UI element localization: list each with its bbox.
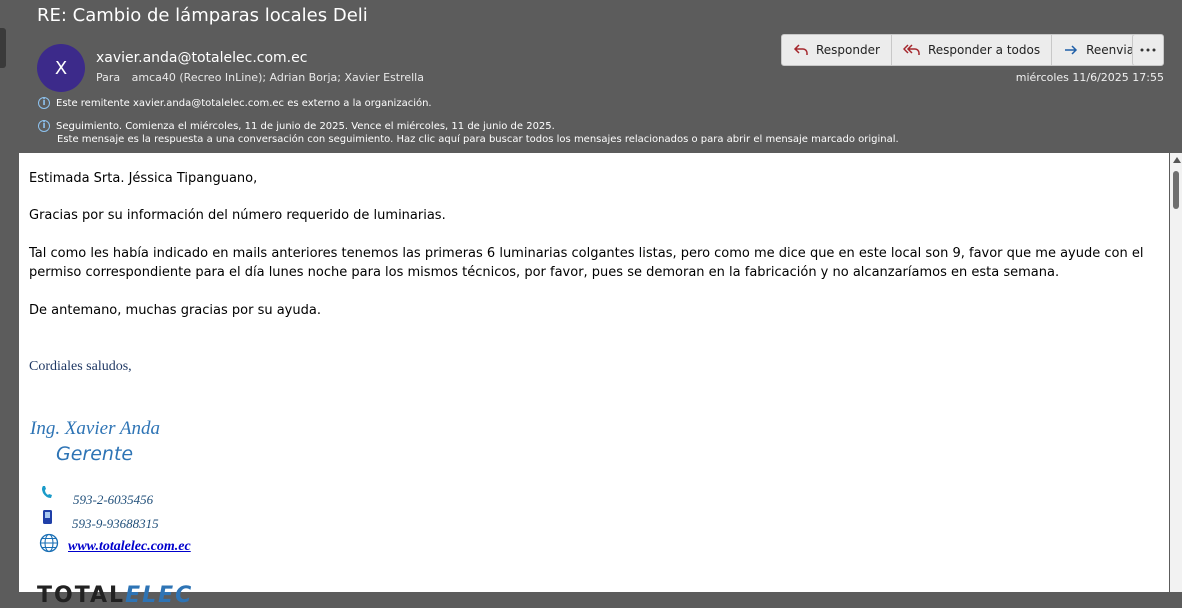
more-actions-button[interactable] <box>1132 34 1164 66</box>
followup-text: Seguimiento. Comienza el miércoles, 11 d… <box>56 120 555 132</box>
signature-name: Ing. Xavier Anda <box>30 418 160 439</box>
to-label: Para <box>96 71 121 84</box>
reply-button[interactable]: Responder <box>782 35 892 65</box>
signature-mobile: 593-9-93688315 <box>72 516 159 531</box>
message-header: RE: Cambio de lámparas locales Deli X xa… <box>0 0 1182 153</box>
reply-all-button[interactable]: Responder a todos <box>892 35 1053 65</box>
vertical-scrollbar[interactable] <box>1170 153 1182 592</box>
external-sender-text: Este remitente xavier.anda@totalelec.com… <box>56 97 432 109</box>
sender-address[interactable]: xavier.anda@totalelec.com.ec <box>96 50 307 66</box>
reply-icon <box>793 44 808 55</box>
phone-icon <box>42 486 52 498</box>
recipients: Para amca40 (Recreo InLine); Adrian Borj… <box>96 71 424 84</box>
logo-text-b: ELEC <box>125 583 194 608</box>
paragraph-2: Tal como les había indicado en mails ant… <box>29 246 1144 280</box>
info-icon: i <box>38 120 50 132</box>
external-sender-notice: i Este remitente xavier.anda@totalelec.c… <box>38 97 432 109</box>
paragraph-3: De antemano, muchas gracias por su ayuda… <box>29 303 321 318</box>
sender-avatar[interactable]: X <box>37 44 85 92</box>
signature-phone: 593-2-6035456 <box>73 492 154 507</box>
pane-edge <box>0 28 6 68</box>
signature-role: Gerente <box>56 443 134 465</box>
recipient-list[interactable]: amca40 (Recreo InLine); Adrian Borja; Xa… <box>132 71 424 84</box>
globe-icon <box>39 533 59 553</box>
mobile-icon <box>43 510 52 524</box>
closing: Cordiales saludos, <box>29 359 132 374</box>
followup-detail[interactable]: Este mensaje es la respuesta a una conve… <box>57 134 899 145</box>
message-date: miércoles 11/6/2025 17:55 <box>1015 71 1164 84</box>
paragraph-1: Gracias por su información del número re… <box>29 208 446 223</box>
message-subject: RE: Cambio de lámparas locales Deli <box>37 5 368 26</box>
reply-all-icon <box>902 44 920 55</box>
signature-website-link[interactable]: www.totalelec.com.ec <box>68 539 191 555</box>
greeting: Estimada Srta. Jéssica Tipanguano, <box>29 171 258 186</box>
company-logo: TOTALELEC <box>37 583 193 608</box>
reply-all-label: Responder a todos <box>927 43 1041 57</box>
reply-actions: Responder Responder a todos Reenviar <box>781 34 1152 66</box>
message-body: Estimada Srta. Jéssica Tipanguano, Graci… <box>19 153 1169 608</box>
scroll-thumb[interactable] <box>1173 171 1179 209</box>
followup-notice[interactable]: i Seguimiento. Comienza el miércoles, 11… <box>38 120 555 132</box>
info-icon: i <box>38 97 50 109</box>
scroll-up-arrow[interactable] <box>1173 157 1181 163</box>
logo-text-a: TOTAL <box>37 583 126 608</box>
forward-icon <box>1065 45 1078 55</box>
more-icon <box>1140 48 1156 52</box>
reply-label: Responder <box>816 43 880 57</box>
